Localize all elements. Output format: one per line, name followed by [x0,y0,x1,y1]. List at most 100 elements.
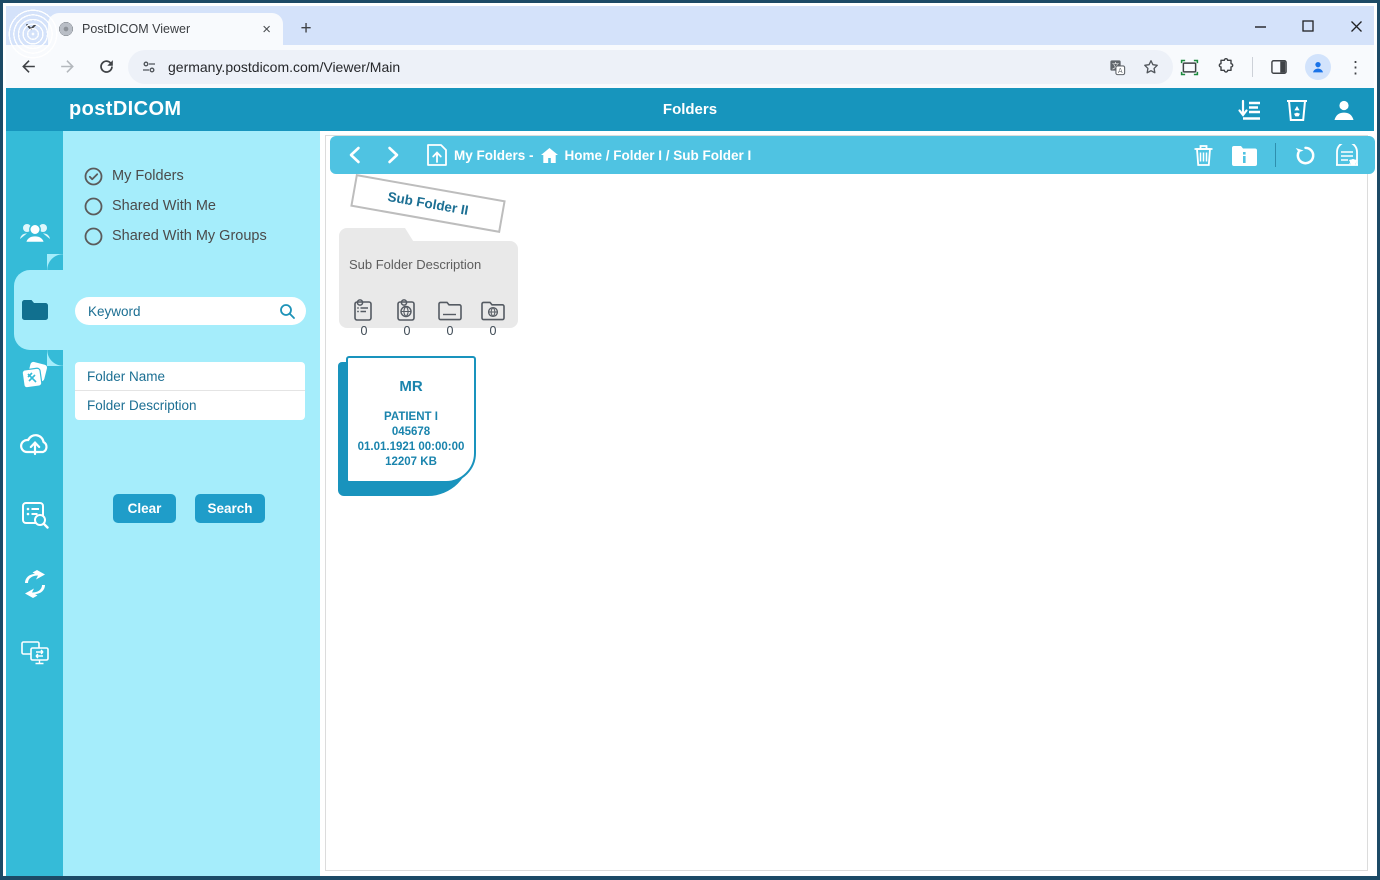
folder-name-input[interactable] [75,362,305,391]
subfolder-name: Sub Folder II [386,189,469,218]
home-icon[interactable] [541,148,558,163]
radio-unselected-icon [84,197,103,216]
browser-toolbar: germany.postdicom.com/Viewer/Main 文A ⋮ [6,45,1374,88]
translate-icon[interactable]: 文A [1108,58,1127,77]
screen-capture-icon[interactable] [1179,57,1200,78]
stat-count: 0 [404,324,411,338]
folder-description-input[interactable] [75,391,305,420]
arrow-forward-icon [58,57,77,76]
toolbar-divider [1252,57,1253,77]
window-controls [1250,12,1366,40]
page-title: Folders [6,88,1374,131]
refresh-icon[interactable] [1294,144,1317,167]
study-size: 12207 KB [348,455,474,470]
sidebar-item-transfer[interactable] [6,562,63,606]
forward-button[interactable] [50,50,84,84]
folder-card-body: Sub Folder Description 0 0 0 0 [339,241,518,328]
tab-close-icon[interactable]: × [260,21,273,38]
sidebar-item-user-groups[interactable] [6,212,63,256]
sidebar-item-folders-active[interactable] [6,288,63,332]
site-settings-icon[interactable] [140,58,158,76]
search-button[interactable]: Search [195,494,265,523]
filter-option-my-folders[interactable]: My Folders [84,165,184,187]
search-icon[interactable] [279,303,296,320]
side-panel-icon[interactable] [1269,57,1289,77]
folder-icon [20,298,50,322]
breadcrumb-path[interactable]: Home / Folder I / Sub Folder I [565,148,752,163]
subfolder-icon [437,298,463,322]
browser-profile-avatar[interactable] [1305,54,1331,80]
tab-title: PostDICOM Viewer [82,22,260,36]
reload-icon [97,57,116,76]
browser-menu-icon[interactable]: ⋮ [1347,59,1364,76]
filter-option-shared-with-me[interactable]: Shared With Me [84,195,216,217]
stat-dicom-orders: 0 [478,298,508,338]
sidebar-item-dicom-images[interactable] [6,354,63,398]
folder-info-icon[interactable] [1231,145,1257,166]
notes-clipboard-icon [352,298,376,322]
app-header: postDICOM Folders [6,88,1374,131]
close-window-button[interactable] [1346,16,1366,36]
study-card-mr[interactable]: MR PATIENT I 045678 01.01.1921 00:00:00 … [346,356,476,483]
folders-filter-sidebar: My Folders Shared With Me Shared With My… [63,131,320,876]
patient-name: PATIENT I [348,410,474,425]
account-person-icon[interactable] [1332,98,1356,122]
sidebar-item-upload[interactable] [6,421,63,465]
people-group-icon [19,221,51,247]
filter-option-shared-with-my-groups[interactable]: Shared With My Groups [84,225,267,247]
site-favicon [58,21,74,37]
new-tab-button[interactable]: + [294,17,318,41]
breadcrumb-bar: My Folders - Home / Folder I / Sub Folde… [330,136,1375,174]
folder-search-fields [75,362,305,420]
breadcrumb-forward-icon[interactable] [387,146,400,164]
radio-selected-icon [84,167,103,186]
study-modality: MR [348,378,474,395]
patient-id: 045678 [348,425,474,440]
radio-unselected-icon [84,227,103,246]
breadcrumb-root[interactable]: My Folders - [454,148,534,163]
filter-label: Shared With My Groups [112,228,267,244]
stat-count: 0 [361,324,368,338]
sidebar-item-query[interactable] [6,493,63,537]
subfolder-description: Sub Folder Description [349,257,481,272]
extensions-icon[interactable] [1216,57,1236,77]
postdicom-viewer-window: { "browser": { "tab_title": "PostDICOM V… [0,0,1380,880]
stat-count: 0 [447,324,454,338]
download-queue-icon[interactable] [1236,98,1262,122]
maximize-button[interactable] [1298,16,1318,36]
stat-count: 0 [490,324,497,338]
clear-button[interactable]: Clear [113,494,176,523]
dicom-folder-icon [480,298,506,322]
browser-tab-strip: PostDICOM Viewer × + [6,6,1374,45]
left-icon-rail [6,131,63,876]
cloud-upload-icon [19,430,51,456]
delete-folder-icon[interactable] [1194,144,1213,166]
sidebar-item-remote-workstations[interactable] [6,631,63,675]
breadcrumb-divider [1275,143,1276,167]
sync-arrows-icon [20,569,50,599]
subfolder-card[interactable]: Sub Folder Description 0 0 0 0 [339,228,518,328]
image-stack-icon [20,361,50,391]
keyword-search-field [75,297,306,325]
minimize-button[interactable] [1250,16,1270,36]
postdicom-logo-sphere [8,6,58,62]
filter-label: My Folders [112,168,184,184]
url-text[interactable]: germany.postdicom.com/Viewer/Main [168,59,1108,75]
svg-text:A: A [1118,67,1123,75]
stat-dicom-notes: 0 [392,298,422,338]
browser-tab[interactable]: PostDICOM Viewer × [48,13,283,45]
bookmark-star-icon[interactable] [1141,57,1161,77]
breadcrumb-back-icon[interactable] [348,146,361,164]
recycle-bin-icon[interactable] [1286,97,1308,122]
folders-content-area: My Folders - Home / Folder I / Sub Folde… [325,135,1377,871]
filter-label: Shared With Me [112,198,216,214]
stat-notes: 0 [349,298,379,338]
url-bar[interactable]: germany.postdicom.com/Viewer/Main 文A [128,50,1173,84]
upload-to-folder-icon[interactable] [426,143,448,167]
dicom-clipboard-icon [395,298,419,322]
report-icon[interactable] [1335,144,1359,167]
keyword-input[interactable] [88,304,279,319]
reload-button[interactable] [89,50,123,84]
stat-subfolders: 0 [435,298,465,338]
dual-monitors-icon [20,639,50,667]
